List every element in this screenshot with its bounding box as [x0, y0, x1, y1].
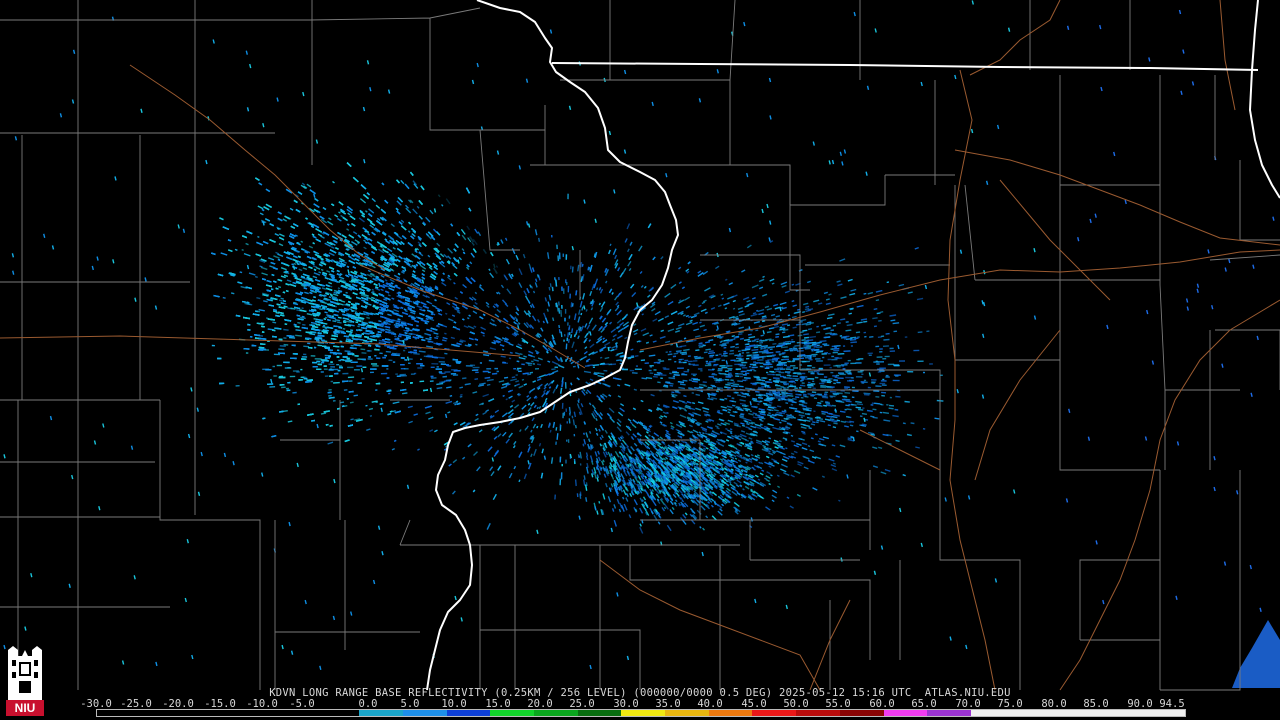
- colorbar-segment: [446, 710, 492, 716]
- reflectivity-colorbar: [96, 709, 1186, 717]
- colorbar-segment: [1145, 710, 1185, 716]
- tower-icon: [8, 646, 42, 700]
- colorbar-segment: [665, 710, 710, 716]
- colorbar-segment: [621, 710, 667, 716]
- colorbar-segment: [970, 710, 1016, 716]
- colorbar-segment: [577, 710, 623, 716]
- colorbar-segment: [228, 710, 273, 716]
- colorbar-segment: [839, 710, 885, 716]
- colorbar-segment: [315, 710, 361, 716]
- colorbar-segment: [1058, 710, 1103, 716]
- colorbar-segment: [883, 710, 929, 716]
- colorbar-segment: [796, 710, 841, 716]
- colorbar-segment: [140, 710, 186, 716]
- colorbar-segment: [402, 710, 448, 716]
- colorbar-segment: [271, 710, 317, 716]
- logo-text: NIU: [15, 701, 36, 715]
- colorbar-segment: [1101, 710, 1147, 716]
- colorbar-segment: [490, 710, 535, 716]
- colorbar-segment: [97, 710, 142, 716]
- niu-logo: NIU: [6, 646, 44, 716]
- colorbar-segment: [533, 710, 579, 716]
- radar-map: [0, 0, 1280, 720]
- colorbar-segment: [1014, 710, 1060, 716]
- colorbar-segment: [359, 710, 404, 716]
- colorbar-segment: [927, 710, 972, 716]
- colorbar-segment: [752, 710, 798, 716]
- colorbar-segment: [184, 710, 230, 716]
- colorbar-segment: [708, 710, 754, 716]
